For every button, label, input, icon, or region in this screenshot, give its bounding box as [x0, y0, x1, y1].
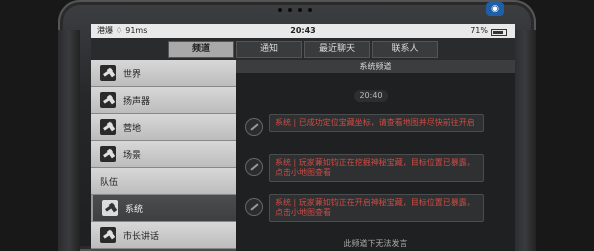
input-disabled-note: 此频道下无法发言: [343, 239, 408, 248]
sidebar-item-label: 市长讲话: [123, 231, 160, 242]
sidebar-item-scene[interactable]: 场景: [91, 141, 236, 168]
horn-icon: [100, 227, 116, 243]
sidebar-item-label: 世界: [123, 69, 142, 80]
horn-icon: [100, 92, 116, 108]
tab-channel[interactable]: 频道: [168, 40, 234, 58]
chat-tabs: 频道 通知 最近聊天 联系人: [91, 38, 515, 61]
tab-contacts[interactable]: 联系人: [372, 40, 438, 58]
horn-icon: [100, 119, 116, 135]
sidebar-item-world[interactable]: 世界: [91, 60, 236, 87]
sidebar-item-mayor-speech[interactable]: 市长讲话: [91, 222, 236, 249]
system-message: 系统 | 已成功定位宝藏坐标，请查看地图并尽快前往开启: [245, 114, 484, 136]
system-message: 系统 | 玩家蒹如钧正在开启神秘宝藏，目标位置已暴露，点击小地图查看: [245, 194, 484, 222]
device-frame-left-edge: [58, 30, 80, 251]
sidebar-item-label: 系统: [125, 204, 144, 215]
sidebar-item-label: 扬声器: [123, 96, 151, 107]
battery-status: 71%: [470, 24, 507, 38]
sidebar-item-label: 场景: [123, 150, 142, 161]
system-avatar-icon: [245, 198, 263, 216]
clock: 20:43: [290, 26, 316, 35]
battery-percent: 71%: [470, 26, 488, 35]
status-bar: 港爆 ♢ 91ms 20:43 71%: [91, 24, 515, 38]
tab-recent-chats[interactable]: 最近聊天: [304, 40, 370, 58]
tab-notifications[interactable]: 通知: [236, 40, 302, 58]
sidebar-item-label: 营地: [123, 123, 142, 134]
sidebar-item-speaker[interactable]: 扬声器: [91, 87, 236, 114]
system-avatar-icon: [245, 118, 263, 136]
power-button-icon[interactable]: ◉: [486, 2, 504, 16]
chat-content: 系统频道 20:40 系统 | 已成功定位宝藏坐标，请查看地图并尽快前往开启 系…: [236, 60, 515, 251]
sidebar-item-camp[interactable]: 营地: [91, 114, 236, 141]
channel-sidebar: 世界 扬声器 营地 场景 队伍 系统 市长讲话: [91, 60, 236, 251]
sidebar-item-label: 队伍: [100, 177, 119, 188]
horn-icon: [100, 65, 116, 81]
message-bubble: 系统 | 已成功定位宝藏坐标，请查看地图并尽快前往开启: [269, 114, 484, 132]
message-bubble: 系统 | 玩家蒹如钧正在挖掘神秘宝藏，目标位置已暴露，点击小地图查看: [269, 154, 484, 182]
message-bubble: 系统 | 玩家蒹如钧正在开启神秘宝藏，目标位置已暴露，点击小地图查看: [269, 194, 484, 222]
horn-icon: [102, 200, 118, 216]
horn-icon: [100, 146, 116, 162]
system-avatar-icon: [245, 158, 263, 176]
system-message: 系统 | 玩家蒹如钧正在挖掘神秘宝藏，目标位置已暴露，点击小地图查看: [245, 154, 484, 182]
time-divider: 20:40: [354, 90, 388, 102]
device-frame-right-edge: [514, 30, 536, 251]
battery-icon: [491, 29, 507, 36]
device-screen: 港爆 ♢ 91ms 20:43 71% 频道 通知 最近聊天 联系人 世界 扬声…: [91, 24, 515, 251]
sidebar-item-team[interactable]: 队伍: [91, 168, 236, 195]
speaker-grille: [265, 8, 325, 14]
sidebar-item-system[interactable]: 系统: [91, 195, 236, 222]
channel-title: 系统频道: [236, 60, 515, 73]
